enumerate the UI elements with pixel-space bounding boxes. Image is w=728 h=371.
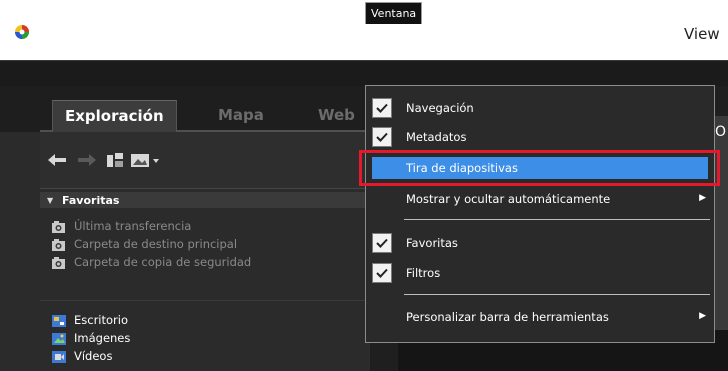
favorite-label: Carpeta de copia de seguridad	[74, 255, 252, 269]
callout-highlight-box	[359, 150, 720, 186]
menu-ayuda[interactable]: Ayuda	[447, 6, 481, 19]
tab-mapa[interactable]: Mapa	[206, 100, 276, 132]
favorite-item[interactable]: Última transferencia	[52, 218, 191, 234]
menu-item-favoritas[interactable]: Favoritas	[366, 232, 714, 254]
menu-item-label: Personalizar barra de herramientas	[406, 310, 609, 324]
menu-item-personalizar-barra[interactable]: Personalizar barra de herramientas ▶	[366, 306, 714, 328]
forward-arrow-icon[interactable]	[76, 150, 98, 170]
menu-archivo[interactable]: Archivo	[46, 6, 87, 19]
desktop-icon	[52, 313, 66, 327]
submenu-arrow-icon: ▶	[699, 311, 706, 321]
menu-imagen[interactable]: Imagen	[187, 6, 228, 19]
location-label: Escritorio	[74, 313, 129, 327]
menu-item-label: Mostrar y ocultar automáticamente	[406, 192, 611, 206]
favorite-label: Última transferencia	[74, 219, 192, 233]
location-item[interactable]: Escritorio	[52, 312, 128, 328]
menu-item-metadatos[interactable]: Metadatos	[366, 126, 714, 148]
camera-folder-icon	[52, 255, 66, 269]
ventana-dropdown-menu	[365, 85, 715, 343]
window-title: View	[684, 25, 720, 43]
menu-visualizacion[interactable]: Visualización	[259, 6, 330, 19]
menu-item-label: Filtros	[406, 266, 441, 280]
submenu-arrow-icon: ▶	[699, 193, 706, 203]
menu-item-label: Metadatos	[406, 130, 467, 144]
camera-folder-icon	[52, 219, 66, 233]
checkmark-icon	[372, 98, 392, 118]
videos-icon	[52, 349, 66, 363]
tab-web[interactable]: Web	[306, 100, 367, 132]
folder-view-icon[interactable]	[104, 150, 126, 170]
menu-separator	[404, 294, 710, 295]
menu-item-filtros[interactable]: Filtros	[366, 262, 714, 284]
favorite-item[interactable]: Carpeta de destino principal	[52, 236, 237, 252]
checkmark-icon	[372, 263, 392, 283]
menu-ventana[interactable]: Ventana	[365, 2, 423, 24]
checkmark-icon	[372, 127, 392, 147]
favorite-item[interactable]: Carpeta de copia de seguridad	[52, 254, 251, 270]
location-label: Imágenes	[74, 331, 131, 345]
app-logo-icon[interactable]	[14, 24, 30, 40]
location-label: Vídeos	[74, 349, 113, 363]
favorites-header-label: Favoritas	[62, 194, 120, 207]
panel-divider	[40, 300, 370, 301]
menu-edicion[interactable]: Edición	[115, 6, 155, 19]
favorite-label: Carpeta de destino principal	[74, 237, 238, 251]
title-bar: View	[0, 0, 728, 60]
location-item[interactable]: Imágenes	[52, 330, 130, 346]
menu-item-mostrar-ocultar[interactable]: Mostrar y ocultar automáticamente ▶	[366, 188, 714, 210]
right-edge-label: O	[715, 124, 727, 140]
location-item[interactable]: Vídeos	[52, 348, 112, 364]
menu-item-label: Navegación	[406, 101, 474, 115]
back-arrow-icon[interactable]	[46, 150, 68, 170]
pictures-icon	[52, 331, 66, 345]
collapse-arrow-icon[interactable]: ▼	[47, 196, 53, 205]
camera-folder-icon	[52, 237, 66, 251]
menu-separator	[404, 219, 710, 220]
checkmark-icon	[372, 233, 392, 253]
image-import-icon[interactable]	[129, 150, 165, 170]
tab-exploracion[interactable]: Exploración	[52, 100, 177, 132]
menu-item-label: Favoritas	[406, 236, 458, 250]
menu-item-navegacion[interactable]: Navegación	[366, 97, 714, 119]
menu-bar	[0, 60, 728, 86]
